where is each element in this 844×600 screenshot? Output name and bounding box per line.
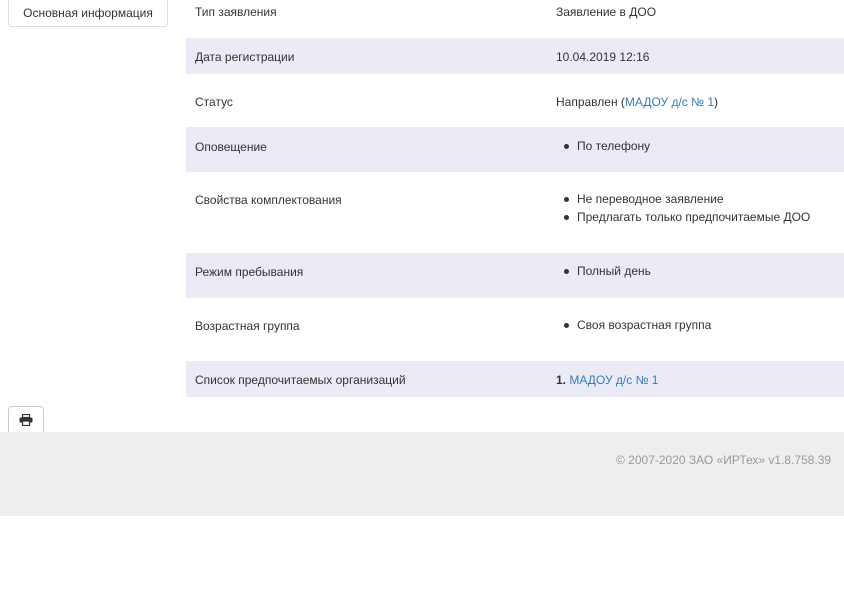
status-prefix: Направлен ( — [556, 95, 625, 109]
preferred-organizations-value: 1. МАДОУ д/с № 1 — [556, 373, 658, 387]
row-notification: Оповещение По телефону — [186, 127, 844, 172]
status-suffix: ) — [714, 95, 719, 109]
registration-date-label: Дата регистрации — [195, 50, 295, 64]
age-group-label: Возрастная группа — [195, 319, 300, 333]
row-stay-mode: Режим пребывания Полный день — [186, 253, 844, 298]
footer: © 2007-2020 ЗАО «ИРТех» v1.8.758.39 — [0, 432, 844, 516]
status-label: Статус — [195, 95, 233, 109]
stay-mode-item: Полный день — [556, 262, 651, 280]
properties-item: Не переводное заявление — [556, 190, 810, 208]
preferred-organization-link[interactable]: МАДОУ д/с № 1 — [569, 373, 658, 387]
application-type-value: Заявление в ДОО — [556, 5, 657, 19]
age-group-list: Своя возрастная группа — [556, 316, 711, 334]
print-button[interactable] — [8, 406, 44, 432]
properties-label: Свойства комплектования — [195, 193, 342, 207]
row-properties: Свойства комплектования Не переводное за… — [186, 172, 844, 253]
properties-item: Предлагать только предпочитаемые ДОО — [556, 208, 810, 226]
row-application-type: Тип заявления Заявление в ДОО — [186, 0, 844, 38]
row-age-group: Возрастная группа Своя возрастная группа — [186, 298, 844, 361]
row-status: Статус Направлен (МАДОУ д/с № 1) — [186, 74, 844, 127]
registration-date-value: 10.04.2019 12:16 — [556, 50, 650, 64]
status-value: Направлен (МАДОУ д/с № 1) — [556, 95, 718, 109]
preferred-organization-number: 1. — [556, 373, 567, 387]
application-type-label: Тип заявления — [195, 5, 277, 19]
age-group-item: Своя возрастная группа — [556, 316, 711, 334]
stay-mode-label: Режим пребывания — [195, 265, 304, 279]
tab-main-info-label: Основная информация — [23, 6, 153, 20]
stay-mode-list: Полный день — [556, 262, 651, 280]
notification-item: По телефону — [556, 137, 650, 155]
properties-list: Не переводное заявление Предлагать тольк… — [556, 190, 810, 226]
notification-label: Оповещение — [195, 140, 267, 154]
printer-icon — [19, 413, 33, 426]
row-preferred-organizations: Список предпочитаемых организаций 1. МАД… — [186, 361, 844, 397]
tab-main-info[interactable]: Основная информация — [8, 0, 168, 27]
footer-copyright: © 2007-2020 ЗАО «ИРТех» v1.8.758.39 — [616, 453, 832, 467]
application-details-table: Тип заявления Заявление в ДОО Дата регис… — [186, 0, 844, 397]
status-organization-link[interactable]: МАДОУ д/с № 1 — [625, 95, 714, 109]
notification-list: По телефону — [556, 137, 650, 155]
preferred-organizations-label: Список предпочитаемых организаций — [195, 373, 406, 387]
row-registration-date: Дата регистрации 10.04.2019 12:16 — [186, 38, 844, 74]
